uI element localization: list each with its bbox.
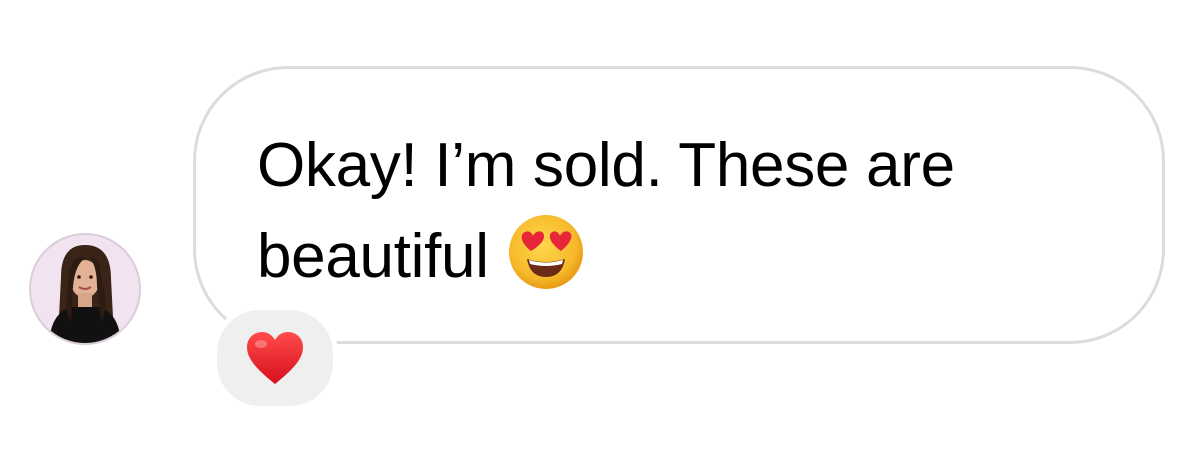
avatar-photo xyxy=(31,235,139,343)
reaction-badge[interactable] xyxy=(212,305,338,411)
message-line-2-text: beautiful xyxy=(257,222,489,291)
heart-eyes-emoji-icon xyxy=(508,215,583,289)
message-line-2: beautiful xyxy=(257,211,1137,302)
red-heart-icon xyxy=(247,332,303,384)
message-text: Okay! I’m sold. These are beautiful xyxy=(257,120,1137,302)
message-line-1: Okay! I’m sold. These are xyxy=(257,131,955,200)
sender-avatar[interactable] xyxy=(29,233,141,345)
